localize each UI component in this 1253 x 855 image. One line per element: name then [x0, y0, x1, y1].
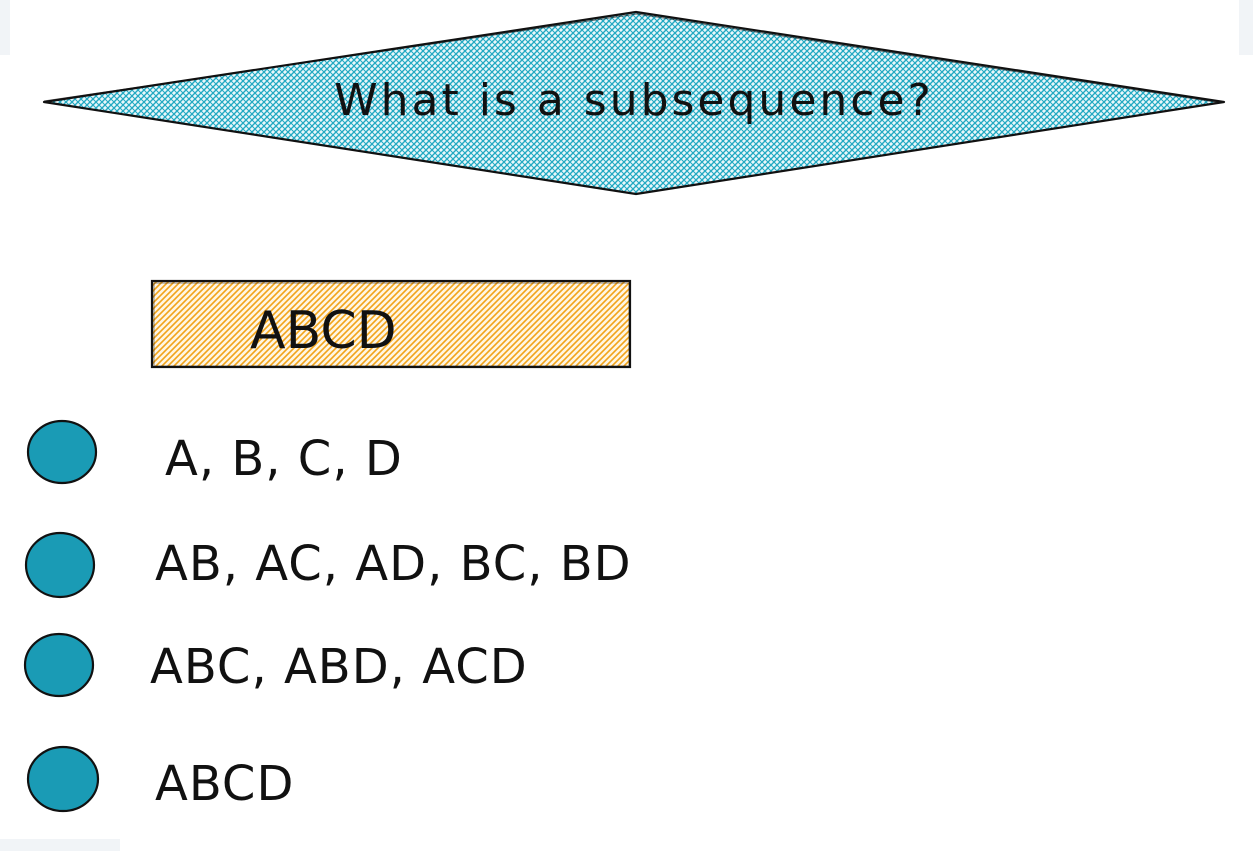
row-full: ABCD: [155, 756, 294, 812]
row-singles: A, B, C, D: [165, 431, 403, 487]
diagram-title: What is a subsequence?: [334, 75, 934, 126]
bottom-edge-strip: [0, 839, 120, 851]
diagram-svg: What is a subsequence? ABCD A, B, C, D A…: [23, 10, 1226, 813]
right-edge-strip: [1239, 0, 1253, 55]
bullet-dot: [26, 419, 98, 485]
diagram-canvas: What is a subsequence? ABCD A, B, C, D A…: [0, 0, 1253, 851]
bullet-dot: [23, 632, 95, 698]
sequence-label: ABCD: [250, 301, 397, 361]
bullet-dot: [26, 745, 100, 813]
bullet-dot: [24, 531, 96, 599]
row-triples: ABC, ABD, ACD: [150, 639, 528, 695]
sequence-box: ABCD: [150, 279, 632, 369]
top-edge-strip: [0, 0, 10, 55]
bullet-list: A, B, C, D AB, AC, AD, BC, BD ABC, ABD, …: [23, 419, 632, 813]
list-item: AB, AC, AD, BC, BD: [24, 531, 632, 599]
list-item: ABCD: [26, 745, 294, 813]
list-item: A, B, C, D: [26, 419, 403, 487]
title-diamond: What is a subsequence?: [42, 10, 1226, 196]
row-pairs: AB, AC, AD, BC, BD: [155, 536, 632, 592]
list-item: ABC, ABD, ACD: [23, 632, 528, 698]
